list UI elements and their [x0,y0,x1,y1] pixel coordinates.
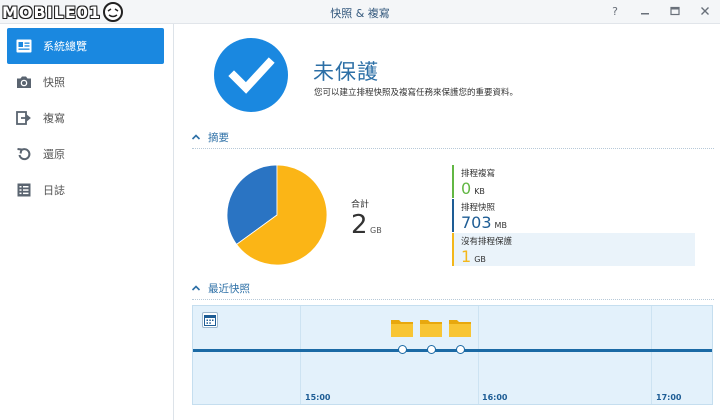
sidebar: 系統總覽 快照 複寫 還原 日誌 [0,24,174,420]
snapshot-marker[interactable] [427,345,436,354]
stat-unit: MB [494,221,507,230]
stat-scheduled-replication: 排程複寫 0 KB [452,165,695,198]
total-label: 合計 [351,200,370,210]
stat-scheduled-snapshot: 排程快照 703 MB [452,199,695,232]
timeline-gridline [651,306,652,404]
snapshot-folder-icon[interactable] [391,317,413,337]
stat-label: 排程快照 [461,203,496,213]
timeline-time-label: 16:00 [482,393,508,402]
stat-unit: GB [474,255,486,264]
recent-divider [192,299,714,300]
summary-section-toggle[interactable]: 摘要 [191,129,229,145]
minimize-icon[interactable] [638,4,652,18]
summary-divider [192,148,714,149]
stat-label: 沒有排程保護 [461,237,513,247]
stat-label: 排程複寫 [461,169,496,179]
protection-status-title: 未保護 [313,60,379,84]
stat-unit: KB [474,187,485,196]
sidebar-item-snapshot[interactable]: 快照 [7,64,164,100]
log-list-icon [14,180,34,200]
timeline-axis [193,349,712,352]
overview-card-icon [14,36,34,56]
stat-value: 703 [461,213,492,232]
sidebar-item-label: 系統總覽 [43,40,87,53]
total-unit: GB [370,226,382,235]
sidebar-item-label: 快照 [43,76,65,89]
sidebar-item-log[interactable]: 日誌 [7,172,164,208]
check-circle-icon [214,38,288,112]
stat-value: 0 [461,179,472,198]
close-icon[interactable] [698,4,712,18]
maximize-icon[interactable] [668,4,682,18]
recent-section-toggle[interactable]: 最近快照 [191,280,250,296]
snapshot-folder-icon[interactable] [420,317,442,337]
sidebar-item-restore[interactable]: 還原 [7,136,164,172]
stat-unprotected: 沒有排程保護 1 GB [452,233,695,266]
restore-icon [14,144,34,164]
title-bar: MOBILE01 快照 & 複寫 ? [0,0,720,24]
sidebar-item-label: 還原 [43,148,65,161]
sidebar-item-label: 日誌 [43,184,65,197]
timeline-time-label: 15:00 [305,393,331,402]
summary-header: 摘要 [208,131,229,144]
sidebar-item-replication[interactable]: 複寫 [7,100,164,136]
camera-icon [14,72,34,92]
main-panel: 未保護 您可以建立排程快照及複寫任務來保護您的重要資料。 摘要 合計 2 GB … [175,24,720,420]
sidebar-item-overview[interactable]: 系統總覽 [7,28,164,64]
timeline-gridline [300,306,301,404]
calendar-icon[interactable] [202,312,218,328]
snapshot-marker[interactable] [456,345,465,354]
help-icon[interactable]: ? [608,4,622,18]
storage-pie-chart [226,164,328,266]
protection-status-description: 您可以建立排程快照及複寫任務來保護您的重要資料。 [314,88,519,98]
chevron-up-icon [191,134,201,140]
snapshot-marker[interactable] [398,345,407,354]
sidebar-item-label: 複寫 [43,112,65,125]
recent-snapshots-header: 最近快照 [208,282,250,295]
replication-icon [14,108,34,128]
snapshot-folder-icon[interactable] [449,317,471,337]
chevron-up-icon [191,285,201,291]
timeline-gridline [478,306,479,404]
stat-value: 1 [461,247,472,266]
snapshot-timeline[interactable]: 15:00 16:00 17:00 [192,305,713,405]
timeline-time-label: 17:00 [656,393,682,402]
total-value: 2 [351,210,368,240]
